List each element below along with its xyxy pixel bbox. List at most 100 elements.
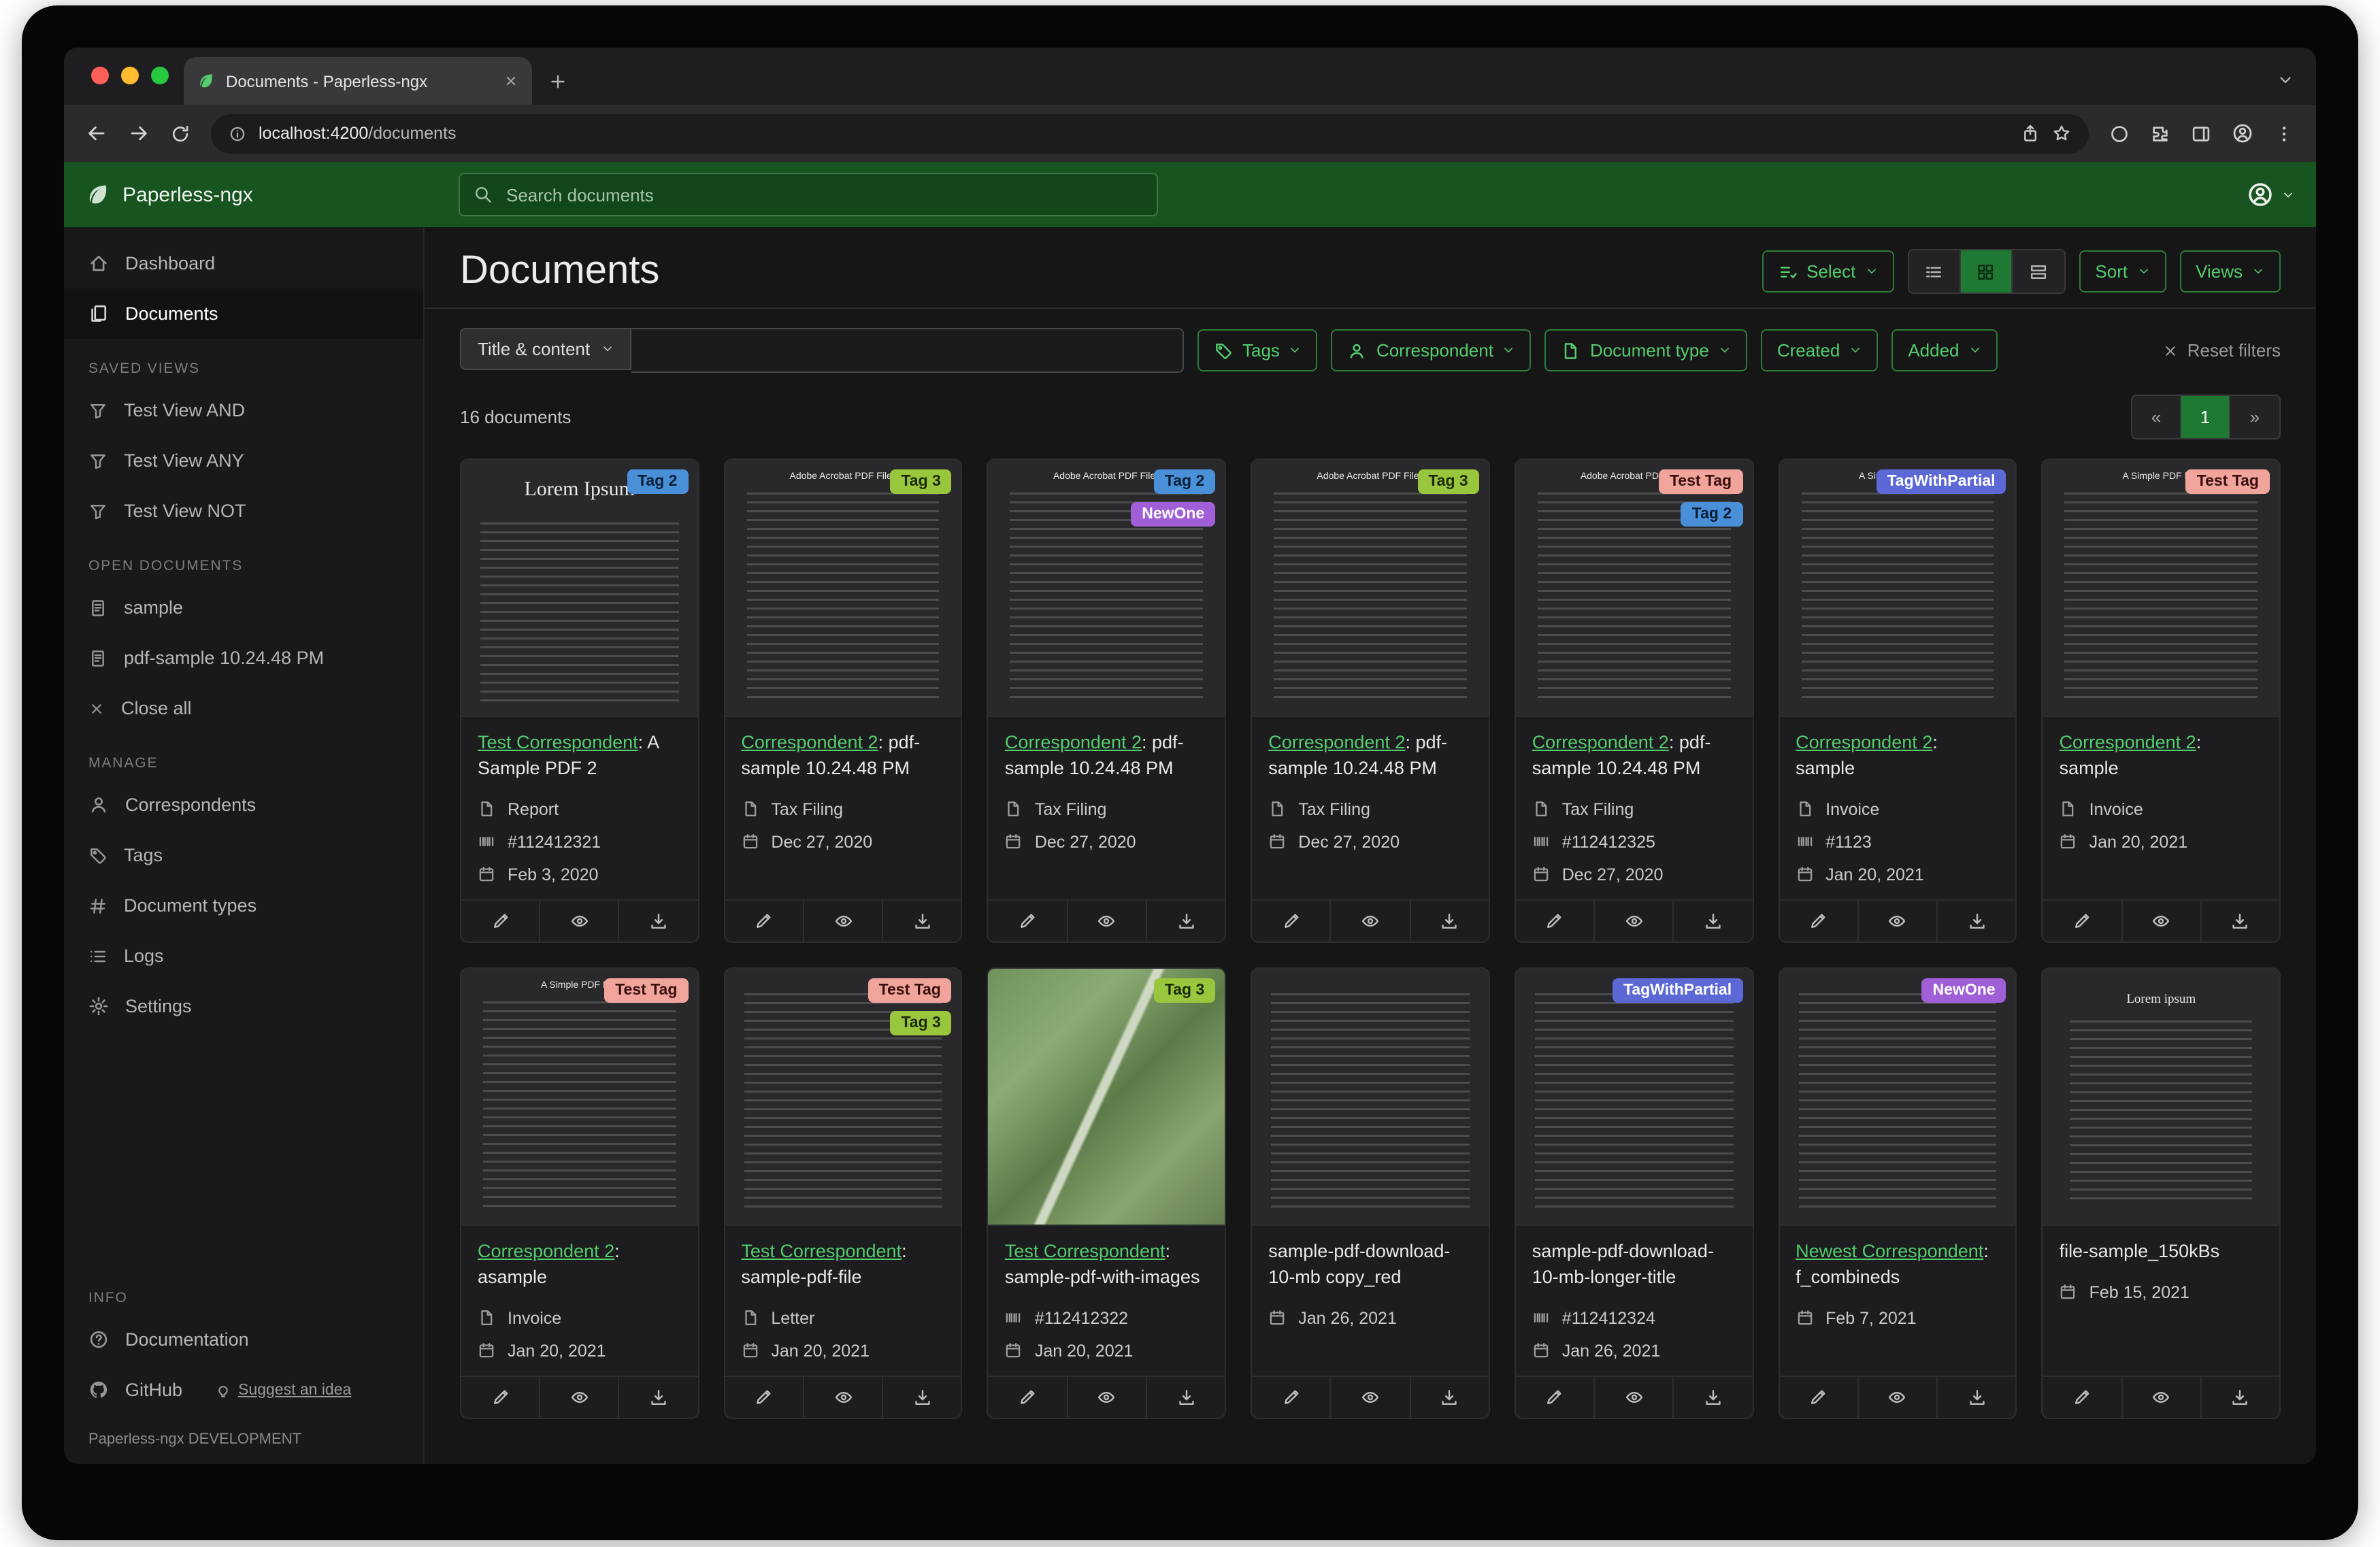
view-details-button[interactable] [2012,250,2064,293]
preview-button[interactable] [1595,1376,1674,1417]
document-type-filter-button[interactable]: Document type [1545,329,1747,371]
preview-button[interactable] [1859,1376,1938,1417]
edit-button[interactable] [989,901,1068,942]
document-thumbnail[interactable]: Adobe Acrobat PDF FilesTag 3 [1252,460,1488,717]
side-panel-icon[interactable] [2191,123,2211,144]
reload-button[interactable] [170,123,191,144]
download-button[interactable] [1938,1376,2015,1417]
document-title[interactable]: Newest Correspondent: f_combineds [1796,1240,1999,1291]
preview-button[interactable] [804,1376,883,1417]
correspondent-link[interactable]: Correspondent 2 [1532,732,1669,752]
reset-filters-button[interactable]: Reset filters [2163,340,2281,361]
browser-menu-icon[interactable] [2274,123,2294,144]
preview-button[interactable] [540,1376,619,1417]
edit-button[interactable] [2043,901,2122,942]
created-filter-button[interactable]: Created [1761,329,1879,371]
tag-badge[interactable]: NewOne [1131,502,1215,527]
sidebar-item-logs[interactable]: Logs [64,931,423,981]
edit-button[interactable] [1516,1376,1595,1417]
edit-button[interactable] [1779,901,1858,942]
edit-button[interactable] [1252,1376,1331,1417]
sidebar-item-documents[interactable]: Documents [64,288,423,339]
views-button[interactable]: Views [2179,250,2281,293]
correspondent-link[interactable]: Correspondent 2 [741,732,878,752]
select-button[interactable]: Select [1762,250,1894,293]
document-thumbnail[interactable]: A Simple PDF FileTest Tag [2043,460,2279,717]
browser-profile-icon[interactable] [2232,122,2253,144]
correspondent-link[interactable]: Test Correspondent [478,732,638,752]
correspondent-link[interactable]: Correspondent 2 [1005,732,1142,752]
edit-button[interactable] [989,1376,1068,1417]
document-title[interactable]: file-sample_150kBs [2060,1240,2263,1265]
zoom-window-button[interactable] [151,67,169,84]
download-button[interactable] [1674,901,1752,942]
document-thumbnail[interactable]: TagWithPartial [1516,969,1752,1226]
document-title[interactable]: Correspondent 2: pdf-sample 10.24.48 PM [1268,731,1472,782]
sidebar-item-close-all[interactable]: Close all [64,683,423,733]
edit-button[interactable] [2043,1376,2122,1417]
tags-filter-button[interactable]: Tags [1197,329,1318,371]
next-page-button[interactable]: » [2230,396,2279,438]
edit-button[interactable] [461,1376,540,1417]
forward-button[interactable] [128,122,150,144]
tag-badge[interactable]: Tag 2 [1154,469,1215,494]
document-title[interactable]: Test Correspondent: A Sample PDF 2 [478,731,681,782]
document-thumbnail[interactable]: Adobe Acrobat PDF FilesTag 2NewOne [989,460,1225,717]
preview-button[interactable] [1332,901,1410,942]
sidebar-item-test-view-and[interactable]: Test View AND [64,385,423,435]
browser-tab[interactable]: Documents - Paperless-ngx [184,57,532,105]
tag-badge[interactable]: Test Tag [2186,469,2270,494]
download-button[interactable] [1147,1376,1225,1417]
current-page-button[interactable]: 1 [2181,396,2230,438]
edit-button[interactable] [725,901,804,942]
document-thumbnail[interactable]: Test TagTag 3 [725,969,961,1226]
download-button[interactable] [883,1376,961,1417]
download-button[interactable] [1147,901,1225,942]
correspondent-link[interactable]: Test Correspondent [741,1241,902,1261]
status-circle-icon[interactable] [2109,123,2130,144]
correspondent-link[interactable]: Correspondent 2 [1268,732,1405,752]
tag-badge[interactable]: NewOne [1922,978,2006,1003]
download-button[interactable] [1410,901,1488,942]
edit-button[interactable] [1516,901,1595,942]
new-tab-button[interactable] [548,72,567,91]
document-title[interactable]: Correspondent 2: pdf-sample 10.24.48 PM [1532,731,1736,782]
correspondent-link[interactable]: Correspondent 2 [1796,732,1932,752]
tag-badge[interactable]: Tag 2 [1681,502,1742,527]
tag-badge[interactable]: Test Tag [604,978,688,1003]
preview-button[interactable] [804,901,883,942]
global-search-input[interactable] [503,183,1143,206]
download-button[interactable] [883,901,961,942]
correspondent-filter-button[interactable]: Correspondent [1332,329,1532,371]
preview-button[interactable] [1859,901,1938,942]
download-button[interactable] [2202,901,2279,942]
sidebar-item-documentation[interactable]: Documentation [64,1314,423,1365]
prev-page-button[interactable]: « [2132,396,2181,438]
address-bar[interactable]: localhost:4200/documents [211,114,2089,153]
preview-button[interactable] [2122,1376,2201,1417]
document-thumbnail[interactable]: Lorem ipsum [2043,969,2279,1226]
document-thumbnail[interactable]: Adobe Acrobat PDF FilesTag 3 [725,460,961,717]
view-list-button[interactable] [1908,250,1960,293]
bookmark-star-icon[interactable] [2052,124,2071,143]
suggest-idea-link[interactable]: Suggest an idea [215,1382,351,1398]
sort-button[interactable]: Sort [2079,250,2166,293]
share-icon[interactable] [2021,124,2040,143]
preview-button[interactable] [1068,1376,1146,1417]
view-grid-button[interactable] [1960,250,2012,293]
document-thumbnail[interactable]: Lorem IpsumTag 2 [461,460,697,717]
download-button[interactable] [1410,1376,1488,1417]
document-title[interactable]: Correspondent 2: sample [2060,731,2263,782]
site-info-icon[interactable] [229,124,246,142]
app-brand[interactable]: Paperless-ngx [86,182,253,207]
added-filter-button[interactable]: Added [1891,329,1997,371]
document-title[interactable]: Test Correspondent: sample-pdf-file [741,1240,944,1291]
document-thumbnail[interactable]: A Simple PDF FileTest Tag [461,969,697,1226]
title-content-input[interactable] [631,328,1184,373]
correspondent-link[interactable]: Newest Correspondent [1796,1241,1983,1261]
sidebar-item-correspondents[interactable]: Correspondents [64,780,423,830]
edit-button[interactable] [1252,901,1331,942]
download-button[interactable] [620,901,697,942]
preview-button[interactable] [1595,901,1674,942]
filter-field-button[interactable]: Title & content [460,328,631,370]
